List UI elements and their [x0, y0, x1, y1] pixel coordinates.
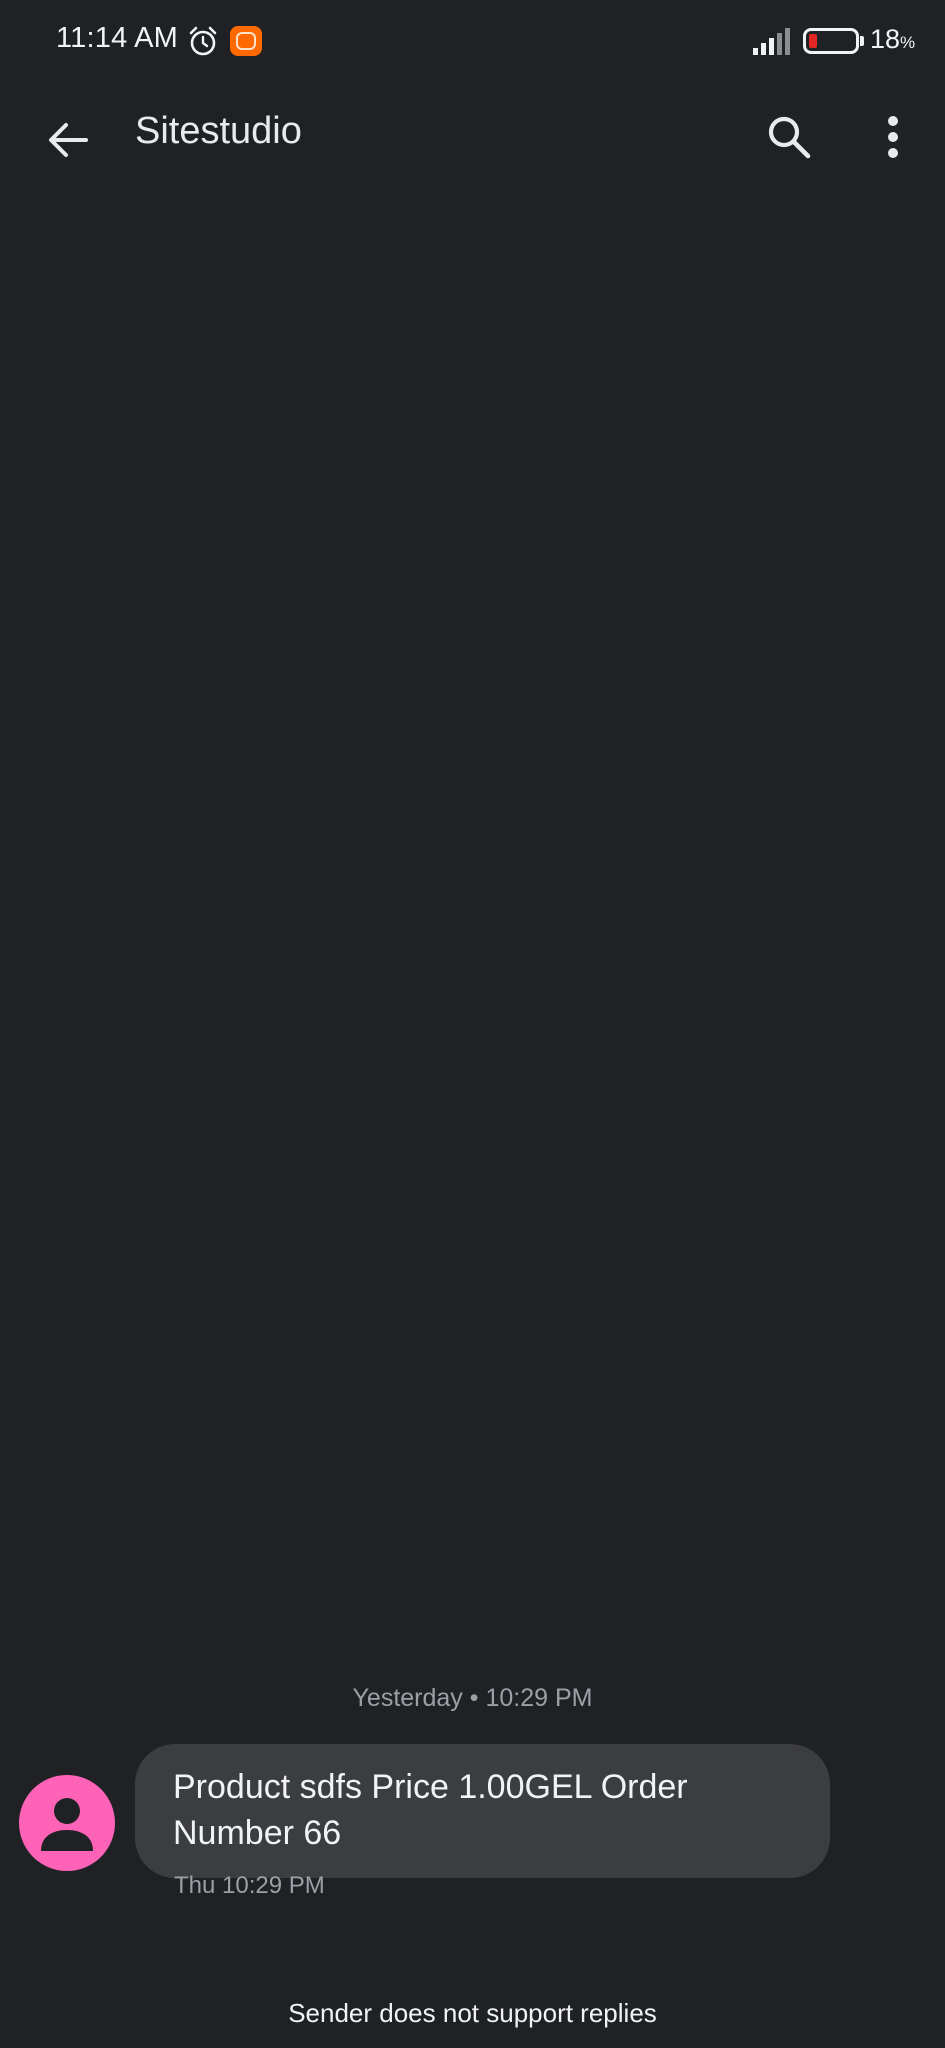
back-arrow-icon: [49, 123, 88, 157]
more-vert-icon: [888, 116, 898, 158]
status-bar: 11:14 AM 18%: [0, 0, 945, 84]
more-options-button[interactable]: [860, 104, 926, 170]
reply-unsupported-notice: Sender does not support replies: [288, 1998, 657, 2028]
battery-unit: %: [900, 33, 916, 52]
signal-icon: [753, 28, 790, 55]
sender-avatar[interactable]: [19, 1775, 115, 1871]
person-icon: [41, 1798, 93, 1851]
search-button[interactable]: [756, 104, 822, 170]
battery-icon: [803, 28, 859, 54]
message-timestamp: Thu 10:29 PM: [174, 1872, 325, 1899]
date-divider: Yesterday • 10:29 PM: [352, 1684, 593, 1712]
back-button[interactable]: [36, 108, 100, 172]
message-text: Product sdfs Price 1.00GEL Order Number …: [173, 1768, 688, 1852]
message-bubble[interactable]: Product sdfs Price 1.00GEL Order Number …: [135, 1744, 830, 1878]
battery-percentage: 18%: [870, 24, 915, 55]
mi-app-icon: [230, 26, 262, 56]
alarm-icon: [189, 26, 217, 56]
battery-tip: [860, 36, 864, 46]
battery-level: 18: [870, 24, 901, 54]
status-time: 11:14 AM: [56, 22, 178, 54]
search-icon: [768, 116, 811, 159]
conversation-title: Sitestudio: [135, 110, 302, 152]
battery-level-fill: [809, 34, 817, 48]
app-bar: Sitestudio: [0, 84, 945, 184]
conversation-area[interactable]: Yesterday • 10:29 PM Product sdfs Price …: [0, 184, 945, 1984]
